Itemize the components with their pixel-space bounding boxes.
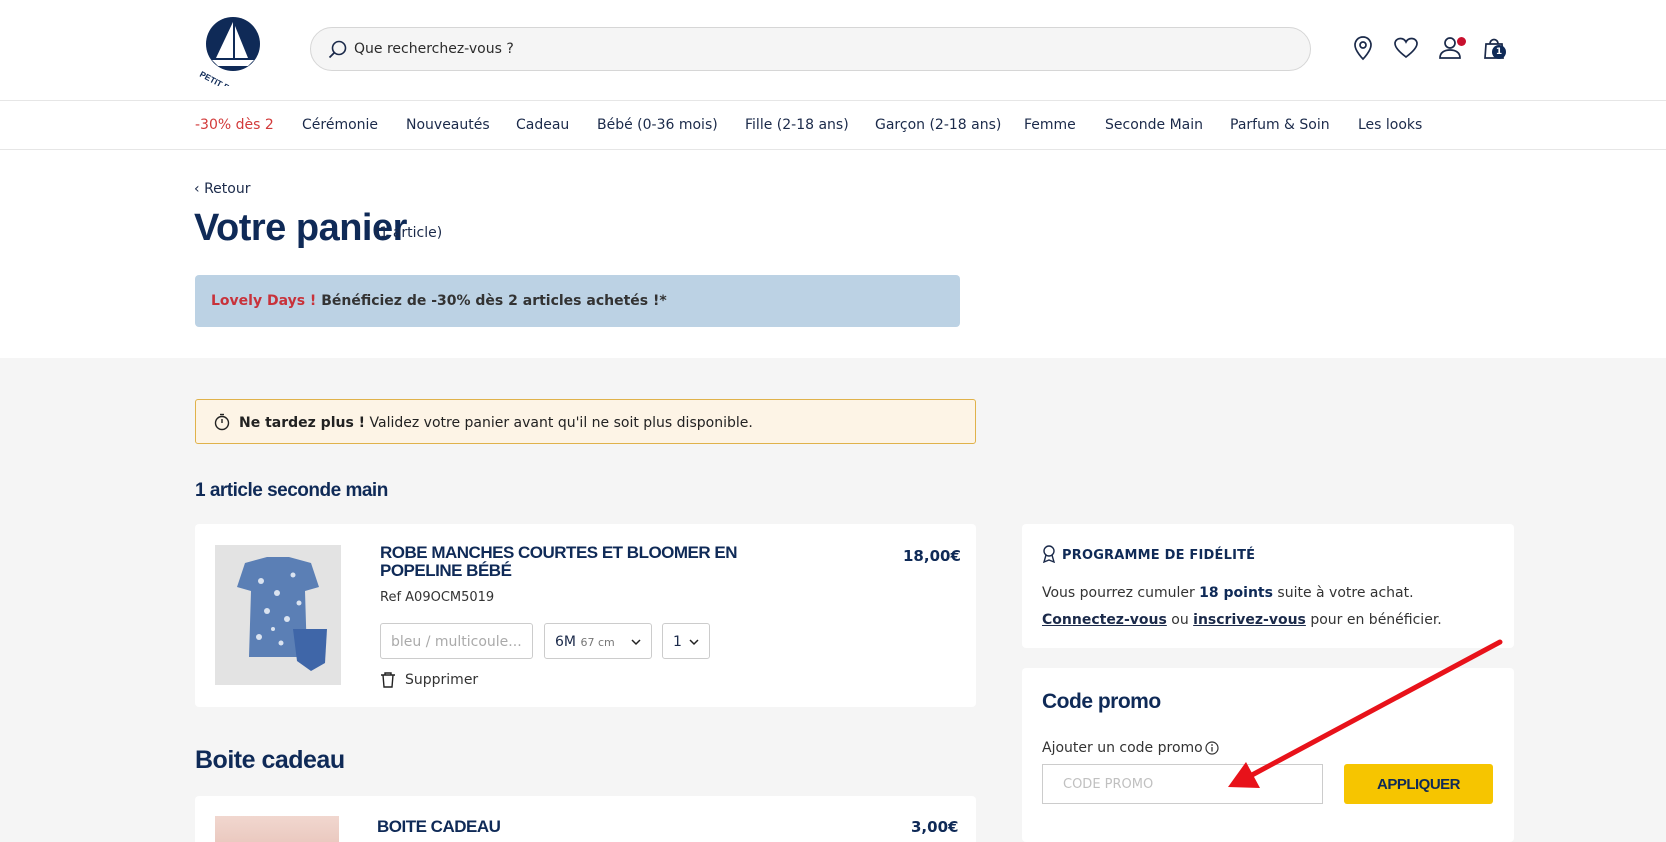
color-select-value: bleu / multicoule... <box>391 634 522 650</box>
nav-item-femme[interactable]: Femme <box>1024 117 1076 133</box>
promo-banner-text: Bénéficiez de -30% dès 2 articles acheté… <box>316 293 667 309</box>
chevron-down-icon <box>689 639 699 646</box>
nav-item-cadeau[interactable]: Cadeau <box>516 117 569 133</box>
medal-icon <box>1042 545 1056 563</box>
size-select[interactable]: 6M 67 cm <box>544 623 652 659</box>
loyalty-line2-suffix: pour en bénéficier. <box>1305 612 1442 628</box>
nav-item-promo[interactable]: -30% dès 2 <box>195 117 274 133</box>
product-price: 18,00€ <box>903 547 961 565</box>
dress-image <box>215 545 341 685</box>
nav-item-nouveautes[interactable]: Nouveautés <box>406 117 490 133</box>
search-bar[interactable]: Que recherchez-vous ? <box>310 27 1311 71</box>
gift-box-price: 3,00€ <box>911 818 959 836</box>
location-icon[interactable] <box>1349 34 1377 62</box>
apply-promo-button[interactable]: APPLIQUER <box>1344 764 1493 804</box>
search-icon <box>328 40 347 59</box>
nav-item-les-looks[interactable]: Les looks <box>1358 117 1422 133</box>
svg-text:PETIT BATEAU: PETIT BATEAU <box>198 69 257 86</box>
nav-item-garcon[interactable]: Garçon (2-18 ans) <box>875 117 1001 133</box>
nav-item-ceremonie[interactable]: Cérémonie <box>302 117 378 133</box>
back-link[interactable]: ‹ Retour <box>194 181 250 197</box>
nav-item-fille[interactable]: Fille (2-18 ans) <box>745 117 849 133</box>
cart-item-card: ROBE MANCHES COURTES ET BLOOMER EN POPEL… <box>195 524 976 707</box>
product-image[interactable] <box>215 545 341 685</box>
gift-box-name[interactable]: BOITE CADEAU <box>377 818 577 836</box>
info-icon[interactable] <box>1205 741 1219 755</box>
petit-bateau-logo[interactable]: PETIT BATEAU <box>194 14 272 86</box>
chevron-down-icon <box>631 639 641 646</box>
main-navigation: -30% dès 2 Cérémonie Nouveautés Cadeau B… <box>0 102 1666 150</box>
color-select[interactable]: bleu / multicoule... <box>380 623 533 659</box>
warning-text: Validez votre panier avant qu'il ne soit… <box>365 415 753 431</box>
size-detail: 67 cm <box>580 636 615 649</box>
promo-title: Code promo <box>1042 690 1161 713</box>
delete-label: Supprimer <box>405 672 479 688</box>
nav-item-parfum-soin[interactable]: Parfum & Soin <box>1230 117 1330 133</box>
signup-link[interactable]: inscrivez-vous <box>1193 612 1306 628</box>
cart-item-count: (1 article) <box>374 225 443 241</box>
site-header: PETIT BATEAU Que recherchez-vous ? 1 <box>0 0 1666 101</box>
loyalty-points: 18 points <box>1199 585 1273 601</box>
gift-box-image[interactable] <box>215 816 339 842</box>
nav-item-seconde-main[interactable]: Seconde Main <box>1105 117 1203 133</box>
loyalty-line1-prefix: Vous pourrez cumuler <box>1042 585 1200 601</box>
heart-icon[interactable] <box>1392 34 1420 62</box>
warning-bold: Ne tardez plus ! <box>239 415 366 431</box>
promo-label: Ajouter un code promo <box>1042 740 1203 756</box>
promo-banner-highlight: Lovely Days ! <box>211 293 317 309</box>
loyalty-login-line: Connectez-vous ou inscrivez-vous pour en… <box>1042 612 1442 628</box>
product-ref: Ref A09OCM5019 <box>380 590 495 605</box>
quantity-value: 1 <box>673 634 682 650</box>
cart-count-badge: 1 <box>1492 45 1506 59</box>
back-link-label: Retour <box>204 181 251 197</box>
stopwatch-icon <box>214 413 230 431</box>
nav-item-bebe[interactable]: Bébé (0-36 mois) <box>597 117 718 133</box>
promo-code-input[interactable] <box>1042 764 1323 804</box>
gift-box-section-title: Boite cadeau <box>195 746 345 774</box>
notification-dot <box>1457 37 1466 46</box>
loyalty-or: ou <box>1166 612 1194 628</box>
promo-banner: Lovely Days ! Bénéficiez de -30% dès 2 a… <box>195 275 960 327</box>
size-value: 6M <box>555 634 576 650</box>
loyalty-points-line: Vous pourrez cumuler 18 points suite à v… <box>1042 585 1414 601</box>
loyalty-card: PROGRAMME DE FIDÉLITÉ Vous pourrez cumul… <box>1022 524 1514 648</box>
availability-warning: Ne tardez plus ! Validez votre panier av… <box>195 399 976 444</box>
quantity-select[interactable]: 1 <box>662 623 710 659</box>
loyalty-title: PROGRAMME DE FIDÉLITÉ <box>1062 548 1256 563</box>
loyalty-line1-suffix: suite à votre achat. <box>1272 585 1414 601</box>
login-link[interactable]: Connectez-vous <box>1042 612 1167 628</box>
search-placeholder[interactable]: Que recherchez-vous ? <box>354 41 514 57</box>
product-name[interactable]: ROBE MANCHES COURTES ET BLOOMER EN POPEL… <box>380 544 740 580</box>
trash-icon <box>381 672 395 688</box>
promo-code-card: Code promo Ajouter un code promo APPLIQU… <box>1022 668 1514 842</box>
gift-box-card: BOITE CADEAU 3,00€ <box>195 796 976 842</box>
second-hand-section-title: 1 article seconde main <box>195 480 388 501</box>
